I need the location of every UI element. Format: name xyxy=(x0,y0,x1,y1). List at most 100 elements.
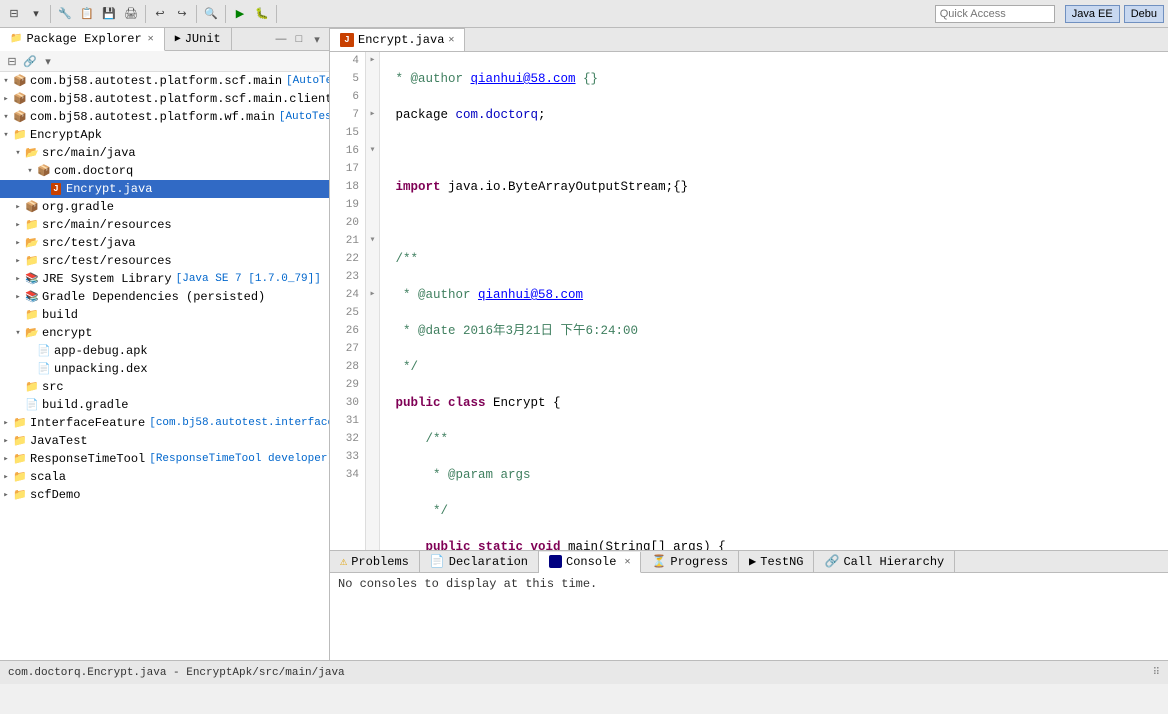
tree-item-n10[interactable]: ▸ 📂 src/test/java xyxy=(0,234,329,252)
gutter-7[interactable]: ▸ xyxy=(366,106,379,124)
arrow-n7[interactable] xyxy=(36,183,48,195)
link-editor-btn[interactable]: 🔗 xyxy=(22,53,38,69)
gutter-24[interactable]: ▸ xyxy=(366,286,379,304)
status-right: ⠿ xyxy=(1153,667,1160,679)
tab-package-explorer[interactable]: 📁 Package Explorer ✕ xyxy=(0,28,165,51)
editor-tab-encrypt[interactable]: J Encrypt.java ✕ xyxy=(330,28,465,51)
console-icon xyxy=(549,555,562,568)
toolbar-btn-2[interactable]: ▾ xyxy=(26,4,46,24)
arrow-n12[interactable]: ▸ xyxy=(12,273,24,285)
tree-item-n5[interactable]: ▾ 📂 src/main/java xyxy=(0,144,329,162)
tab-testng[interactable]: ▶ TestNG xyxy=(739,551,814,572)
tree-item-n8[interactable]: ▸ 📦 org.gradle xyxy=(0,198,329,216)
perspective-debug[interactable]: Debu xyxy=(1124,5,1164,23)
tree-item-n11[interactable]: ▸ 📁 src/test/resources xyxy=(0,252,329,270)
collapse-all-btn[interactable]: ⊟ xyxy=(4,53,20,69)
tree-item-n18[interactable]: 📁 src xyxy=(0,378,329,396)
arrow-n14[interactable] xyxy=(12,309,24,321)
gutter-21[interactable]: ▾ xyxy=(366,232,379,250)
editor-tab-close[interactable]: ✕ xyxy=(448,34,454,46)
toolbar-btn-1[interactable]: ⊟ xyxy=(4,4,24,24)
arrow-n13[interactable]: ▸ xyxy=(12,291,24,303)
tree-item-n15[interactable]: ▾ 📂 encrypt xyxy=(0,324,329,342)
tab-declaration[interactable]: 📄 Declaration xyxy=(420,551,539,572)
tree-item-n2[interactable]: ▸ 📦 com.bj58.autotest.platform.scf.main.… xyxy=(0,90,329,108)
toolbar-btn-3[interactable]: 🔧 xyxy=(55,4,75,24)
gutter: ▸ ▸ ▾ ▾ ▸ xyxy=(366,52,380,550)
tree-item-n3[interactable]: ▾ 📦 com.bj58.autotest.platform.wf.main [… xyxy=(0,108,329,126)
toolbar-btn-6[interactable]: 🖨 xyxy=(121,4,141,24)
tree-item-n24[interactable]: ▸ 📁 scfDemo xyxy=(0,486,329,504)
tab-console[interactable]: Console ✕ xyxy=(539,552,641,573)
arrow-n8[interactable]: ▸ xyxy=(12,201,24,213)
bottom-tabs: ⚠ Problems 📄 Declaration Console ✕ ⏳ Pro… xyxy=(330,551,1168,573)
tree-item-n22[interactable]: ▸ 📁 ResponseTimeTool [ResponseTimeTool d… xyxy=(0,450,329,468)
arrow-n20[interactable]: ▸ xyxy=(0,417,12,429)
arrow-n15[interactable]: ▾ xyxy=(12,327,24,339)
tab-problems[interactable]: ⚠ Problems xyxy=(330,551,420,572)
arrow-n5[interactable]: ▾ xyxy=(12,147,24,159)
toolbar-btn-4[interactable]: 📋 xyxy=(77,4,97,24)
arrow-n10[interactable]: ▸ xyxy=(12,237,24,249)
tree-item-n20[interactable]: ▸ 📁 InterfaceFeature [com.bj58.autotest.… xyxy=(0,414,329,432)
arrow-n3[interactable]: ▾ xyxy=(0,111,12,123)
toolbar-more-btn[interactable]: ▾ xyxy=(40,53,56,69)
arrow-n23[interactable]: ▸ xyxy=(0,471,12,483)
debug-btn[interactable]: 🐛 xyxy=(252,4,272,24)
toolbar-btn-9[interactable]: 🔍 xyxy=(201,4,221,24)
panel-controls: — □ ▾ xyxy=(273,31,329,47)
tree-item-n1[interactable]: ▾ 📦 com.bj58.autotest.platform.scf.main … xyxy=(0,72,329,90)
tree-item-n16[interactable]: 📄 app-debug.apk xyxy=(0,342,329,360)
tree-item-n21[interactable]: ▸ 📁 JavaTest xyxy=(0,432,329,450)
view-menu-btn[interactable]: ▾ xyxy=(309,31,325,47)
arrow-n11[interactable]: ▸ xyxy=(12,255,24,267)
gutter-4[interactable]: ▸ xyxy=(366,52,379,70)
console-close[interactable]: ✕ xyxy=(624,556,630,568)
tree-item-n12[interactable]: ▸ 📚 JRE System Library [Java SE 7 [1.7.0… xyxy=(0,270,329,288)
tree-item-n13[interactable]: ▸ 📚 Gradle Dependencies (persisted) xyxy=(0,288,329,306)
minimize-btn[interactable]: — xyxy=(273,31,289,47)
gutter-18 xyxy=(366,178,379,196)
gutter-20 xyxy=(366,214,379,232)
arrow-n2[interactable]: ▸ xyxy=(0,93,12,105)
arrow-n19[interactable] xyxy=(12,399,24,411)
perspective-java-ee[interactable]: Java EE xyxy=(1065,5,1120,23)
declaration-label: Declaration xyxy=(449,555,528,569)
toolbar-btn-7[interactable]: ↩ xyxy=(150,4,170,24)
arrow-n17[interactable] xyxy=(24,363,36,375)
arrow-n1[interactable]: ▾ xyxy=(0,75,12,87)
run-btn[interactable]: ▶ xyxy=(230,4,250,24)
junit-label: JUnit xyxy=(185,32,221,46)
gutter-16[interactable]: ▾ xyxy=(366,142,379,160)
tab-junit[interactable]: ▶ JUnit xyxy=(165,28,232,50)
package-explorer-close[interactable]: ✕ xyxy=(148,33,154,45)
tree-item-n23[interactable]: ▸ 📁 scala xyxy=(0,468,329,486)
arrow-n9[interactable]: ▸ xyxy=(12,219,24,231)
tab-call-hierarchy[interactable]: 🔗 Call Hierarchy xyxy=(814,551,955,572)
icon-n19: 📄 xyxy=(24,397,40,413)
code-content[interactable]: * @author qianhui@58.com {} package com.… xyxy=(380,52,1168,550)
toolbar-btn-8[interactable]: ↪ xyxy=(172,4,192,24)
editor-area[interactable]: 4 5 6 7 15 16 17 18 19 20 21 22 23 24 25… xyxy=(330,52,1168,550)
tree-item-n14[interactable]: 📁 build xyxy=(0,306,329,324)
tree-item-n7[interactable]: J Encrypt.java xyxy=(0,180,329,198)
quick-access-input[interactable] xyxy=(935,5,1055,23)
gutter-5 xyxy=(366,70,379,88)
tab-progress[interactable]: ⏳ Progress xyxy=(641,551,739,572)
maximize-btn[interactable]: □ xyxy=(291,31,307,47)
arrow-n4[interactable]: ▾ xyxy=(0,129,12,141)
arrow-n18[interactable] xyxy=(12,381,24,393)
tree-item-n17[interactable]: 📄 unpacking.dex xyxy=(0,360,329,378)
label-n5: src/main/java xyxy=(42,146,136,160)
arrow-n24[interactable]: ▸ xyxy=(0,489,12,501)
arrow-n22[interactable]: ▸ xyxy=(0,453,12,465)
toolbar-btn-5[interactable]: 💾 xyxy=(99,4,119,24)
arrow-n6[interactable]: ▾ xyxy=(24,165,36,177)
ln-24: 24 xyxy=(330,286,359,304)
arrow-n21[interactable]: ▸ xyxy=(0,435,12,447)
tree-item-n9[interactable]: ▸ 📁 src/main/resources xyxy=(0,216,329,234)
tree-item-n19[interactable]: 📄 build.gradle xyxy=(0,396,329,414)
tree-item-n4[interactable]: ▾ 📁 EncryptApk xyxy=(0,126,329,144)
arrow-n16[interactable] xyxy=(24,345,36,357)
tree-item-n6[interactable]: ▾ 📦 com.doctorq xyxy=(0,162,329,180)
